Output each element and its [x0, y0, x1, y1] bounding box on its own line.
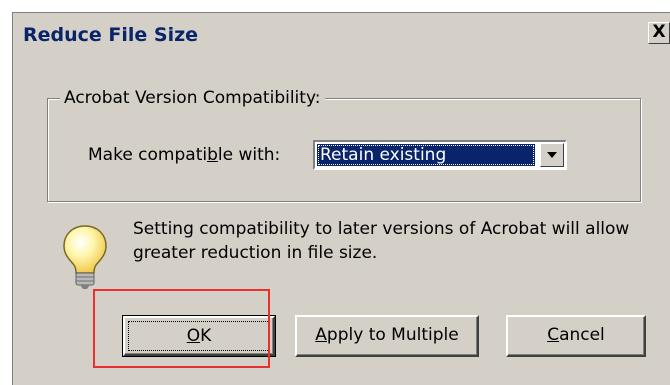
apply-to-multiple-button[interactable]: Apply to Multiple: [295, 315, 479, 357]
label-suffix: le with:: [217, 145, 281, 165]
compatibility-group-title: Acrobat Version Compatibility:: [60, 87, 325, 109]
chevron-down-icon: [547, 152, 557, 158]
dropdown-arrow-button[interactable]: [540, 143, 564, 167]
cancel-mnemonic: C: [547, 325, 560, 345]
dialog-title: Reduce File Size: [23, 24, 199, 46]
close-icon: X: [652, 22, 666, 42]
compatibility-info-text: Setting compatibility to later versions …: [133, 219, 630, 263]
compatibility-group: Acrobat Version Compatibility: Make comp…: [47, 87, 641, 202]
label-prefix: Make compati: [88, 145, 208, 165]
title-bar[interactable]: Reduce File Size X: [13, 13, 670, 59]
make-compatible-label: Make compatible with:: [88, 144, 280, 166]
close-button[interactable]: X: [648, 22, 670, 44]
ok-label-rest: K: [200, 326, 212, 346]
cancel-button-label: Cancel: [547, 325, 605, 345]
cancel-button[interactable]: Cancel: [506, 315, 646, 357]
label-mnemonic: b: [207, 145, 218, 165]
lightbulb-icon: [63, 225, 107, 289]
ok-button-label: OK: [187, 326, 212, 346]
reduce-file-size-dialog: Reduce File Size X Acrobat Version Compa…: [12, 12, 670, 385]
cancel-label-rest: ancel: [559, 325, 605, 345]
apply-mnemonic: A: [315, 325, 327, 345]
ok-mnemonic: O: [186, 326, 201, 346]
apply-label-rest: pply to Multiple: [326, 325, 459, 345]
compatibility-selected-value: Retain existing: [317, 144, 535, 166]
apply-button-label: Apply to Multiple: [315, 325, 458, 345]
ok-button[interactable]: OK: [122, 315, 276, 357]
compatibility-dropdown[interactable]: Retain existing: [313, 140, 567, 170]
